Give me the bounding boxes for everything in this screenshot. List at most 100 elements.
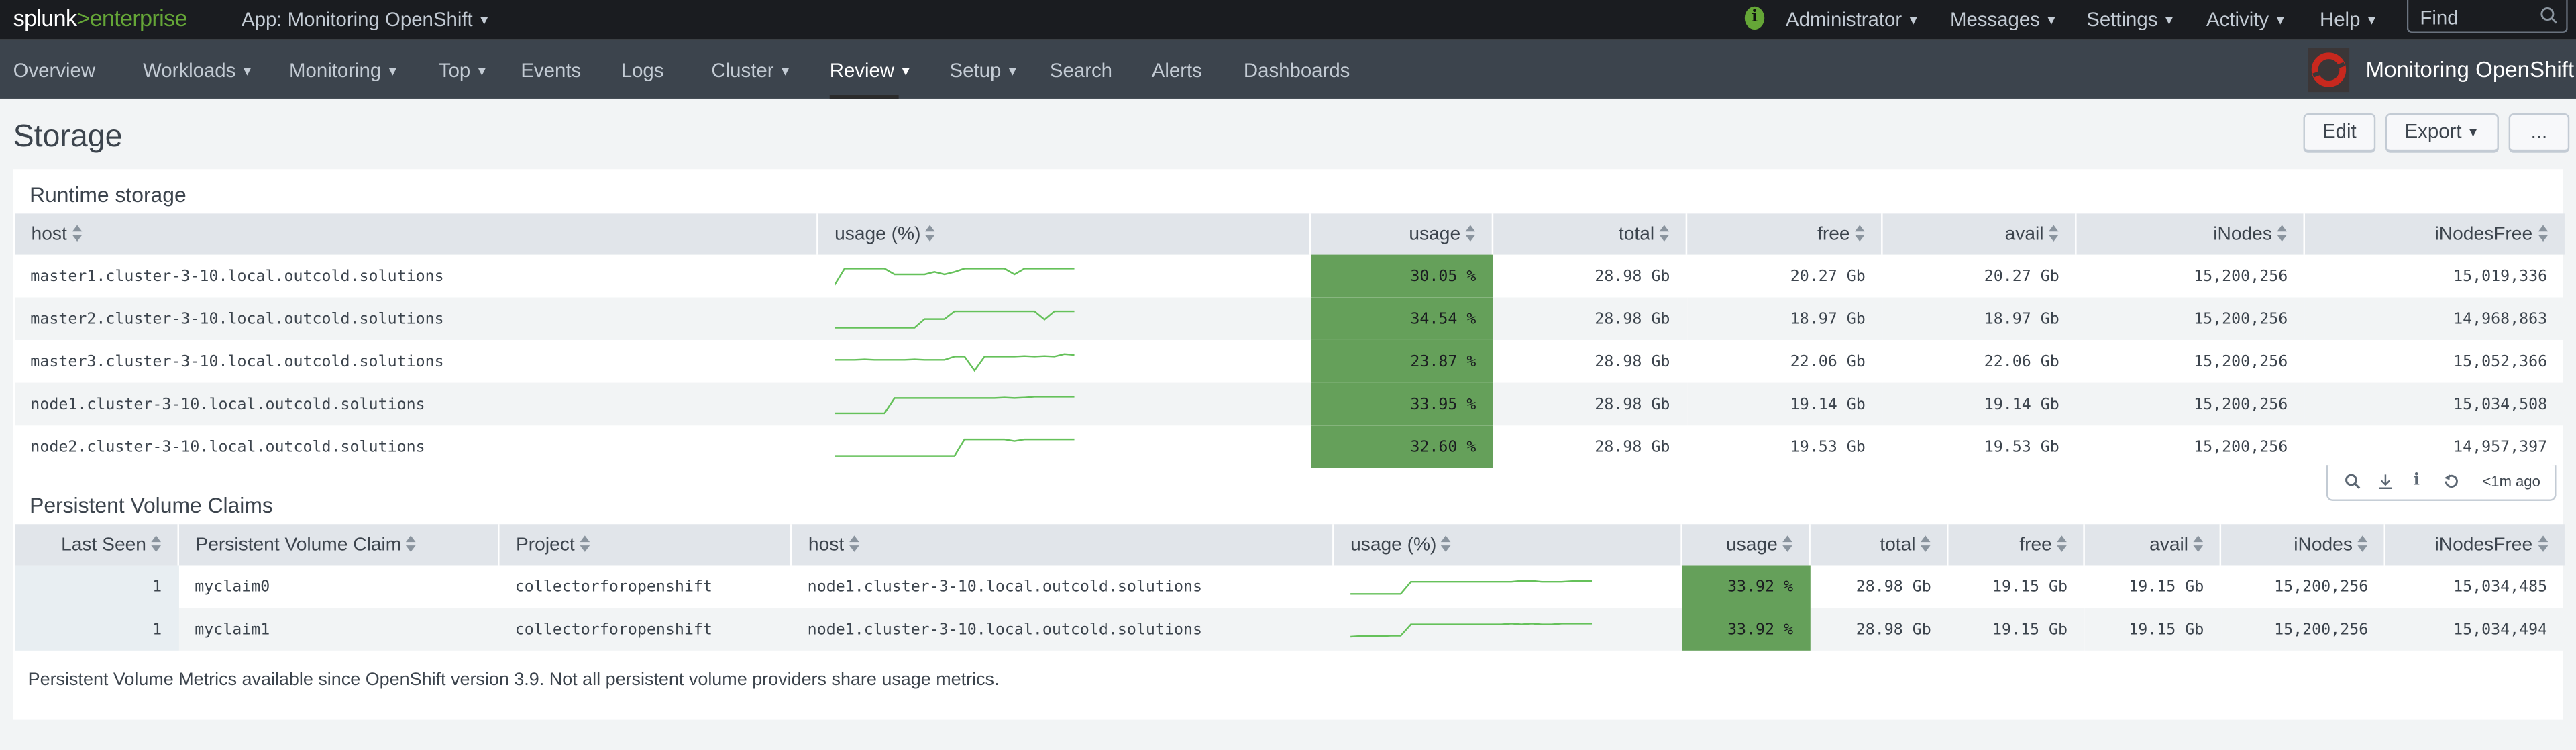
sparkline-line [833, 352, 1074, 372]
nav-item-label: Setup [949, 59, 1002, 83]
nav-item-cluster[interactable]: Cluster ▼ [711, 59, 792, 82]
download-icon[interactable] [2377, 473, 2394, 489]
table-row[interactable]: master2.cluster-3-10.local.outcold.solut… [13, 297, 2564, 340]
nav-item-label: Workloads [143, 59, 236, 83]
runtime-storage-table: host usage (%) usage total free avail iNodes iN… [13, 213, 2564, 468]
inodes-cell: 15,200,256 [2076, 297, 2304, 340]
total-cell: 28.98 Gb [1492, 382, 1686, 426]
activity-menu[interactable]: Activity ▼ [2206, 8, 2287, 31]
caret-down-icon: ▼ [1006, 64, 1020, 79]
info-icon[interactable]: i [1744, 6, 1765, 30]
usage-cell: 34.54 % [1310, 297, 1493, 340]
inodes-free-cell: 15,034,494 [2384, 608, 2564, 651]
nav-item-label: Review [829, 59, 895, 83]
table-row[interactable]: 1 myclaim0 collectorforopenshift node1.clus… [13, 565, 2564, 608]
column-header-avail[interactable]: avail [2083, 524, 2220, 566]
splunk-logo[interactable]: splunk>enterprise [13, 5, 188, 31]
column-header-label: avail [2149, 535, 2189, 555]
column-header-free[interactable]: free [1947, 524, 2084, 566]
avail-cell: 20.27 Gb [1984, 266, 2059, 285]
column-header-total[interactable]: total [1809, 524, 1948, 566]
sort-icon [2193, 536, 2204, 553]
column-header-project[interactable]: Project [498, 524, 792, 566]
caret-down-icon: ▼ [778, 64, 792, 79]
column-header-usage[interactable]: usage (%) [1332, 524, 1682, 566]
sparkline-line [833, 437, 1074, 456]
panel-toolbar: i <1m ago [2326, 465, 2557, 501]
nav-item-label: Logs [621, 59, 664, 83]
column-header-last-seen[interactable]: Last Seen [13, 524, 178, 566]
host-cell: node1.cluster-3-10.local.outcold.solutio… [807, 577, 1202, 596]
more-button[interactable]: ... [2508, 113, 2570, 153]
app-menu[interactable]: App: Monitoring OpenShift ▼ [241, 8, 490, 31]
app-menu-label: App: Monitoring OpenShift [241, 8, 473, 32]
inodes-free-cell: 15,034,485 [2453, 577, 2548, 596]
usage-sparkline [833, 266, 1074, 285]
app-title: Monitoring OpenShift [2365, 57, 2575, 83]
column-header-inodesfree[interactable]: iNodesFree [2303, 213, 2564, 255]
total-cell: 28.98 Gb [1595, 266, 1670, 285]
administrator-menu[interactable]: Administrator ▼ [1786, 8, 1920, 31]
pvc-table: Last Seen Persistent Volume Claim Project h… [13, 524, 2564, 651]
nav-item-search[interactable]: Search [1050, 59, 1112, 82]
page-title: Storage [13, 119, 123, 155]
inodes-free-cell: 15,019,336 [2453, 266, 2548, 285]
column-header-total[interactable]: total [1491, 213, 1686, 255]
claim-cell: myclaim1 [178, 608, 499, 651]
table-row[interactable]: master3.cluster-3-10.local.outcold.solut… [14, 339, 2564, 383]
refresh-icon[interactable] [2443, 473, 2459, 489]
messages-menu[interactable]: Messages ▼ [1950, 8, 2058, 31]
table-row[interactable]: node2.cluster-3-10.local.outcold.solutio… [14, 425, 2564, 468]
sort-icon [151, 536, 162, 553]
administrator-label: Administrator [1786, 8, 1902, 32]
total-cell: 28.98 Gb [1595, 352, 1670, 371]
nav-item-events[interactable]: Events [521, 59, 581, 82]
nav-item-setup[interactable]: Setup ▼ [950, 59, 1020, 82]
column-header-avail[interactable]: avail [1881, 213, 2076, 255]
avail-cell: 22.06 Gb [1984, 352, 2059, 371]
table-row[interactable]: node1.cluster-3-10.local.outcold.solutio… [13, 382, 2564, 426]
export-button[interactable]: Export ▼ [2385, 113, 2499, 153]
column-header-inodes[interactable]: iNodes [2219, 524, 2385, 566]
nav-item-monitoring[interactable]: Monitoring ▼ [289, 59, 399, 82]
column-header-usage[interactable]: usage (%) [816, 213, 1311, 255]
sparkline-line [833, 394, 1074, 413]
usage-sparkline [833, 309, 1074, 328]
avail-cell: 18.97 Gb [1882, 297, 2076, 340]
nav-item-top[interactable]: Top ▼ [439, 59, 488, 82]
inodes-cell: 15,200,256 [2194, 352, 2288, 371]
table-row[interactable]: master1.cluster-3-10.local.outcold.solut… [14, 254, 2564, 298]
column-header-host[interactable]: host [13, 213, 818, 255]
caret-down-icon: ▼ [1907, 13, 1920, 28]
nav-item-overview[interactable]: Overview [13, 59, 95, 82]
nav-item-dashboards[interactable]: Dashboards [1244, 59, 1350, 82]
column-header-host[interactable]: host [790, 524, 1334, 566]
column-header-free[interactable]: free [1685, 213, 1882, 255]
column-header-usage[interactable]: usage [1309, 213, 1493, 255]
find-input[interactable]: Find [2406, 0, 2568, 33]
help-menu[interactable]: Help ▼ [2320, 8, 2378, 31]
search-icon[interactable] [2345, 473, 2361, 489]
edit-button[interactable]: Edit [2303, 113, 2376, 153]
info-icon[interactable]: i [2414, 472, 2420, 490]
column-header-inodesfree[interactable]: iNodesFree [2383, 524, 2564, 566]
usage-sparkline-cell [817, 297, 1311, 340]
caret-down-icon: ▼ [2162, 13, 2176, 28]
table-row[interactable]: 1 myclaim1 collectorforopenshift node1.clus… [13, 608, 2564, 651]
column-header-persistent-volume-claim[interactable]: Persistent Volume Claim [177, 524, 499, 566]
nav-item-label: Events [521, 59, 582, 83]
nav-item-workloads[interactable]: Workloads ▼ [143, 59, 254, 82]
last-refresh-time: <1m ago [2482, 473, 2540, 490]
column-header-inodes[interactable]: iNodes [2075, 213, 2304, 255]
nav-item-logs[interactable]: Logs [621, 59, 664, 82]
sort-icon [1441, 536, 1452, 553]
nav-item-review[interactable]: Review ▼ [830, 59, 912, 82]
column-header-usage[interactable]: usage [1680, 524, 1810, 566]
usage-sparkline [1349, 579, 1591, 594]
settings-menu[interactable]: Settings ▼ [2086, 8, 2176, 31]
inodes-cell: 15,200,256 [2076, 382, 2304, 426]
column-header-label: Persistent Volume Claim [195, 535, 402, 555]
inodes-cell: 15,200,256 [2274, 577, 2369, 596]
usage-sparkline-cell [1333, 565, 1681, 608]
nav-item-alerts[interactable]: Alerts [1152, 59, 1202, 82]
